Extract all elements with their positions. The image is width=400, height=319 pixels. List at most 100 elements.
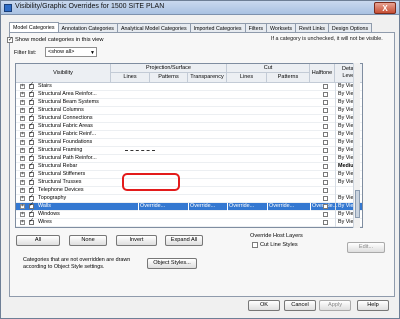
categories-table: Visibility Projection/Surface Cut Lines … <box>15 63 363 228</box>
category-visibility-checkbox[interactable] <box>29 178 34 185</box>
expand-icon[interactable]: + <box>20 156 25 161</box>
halftone-checkbox[interactable] <box>323 100 328 105</box>
halftone-checkbox[interactable] <box>323 84 328 89</box>
category-visibility-checkbox[interactable] <box>29 210 34 217</box>
table-row[interactable]: +Structural Fabric AreasBy View <box>16 122 362 131</box>
halftone-checkbox[interactable] <box>323 188 328 193</box>
table-row[interactable]: +Structural StiffenersBy View <box>16 170 362 179</box>
category-visibility-checkbox[interactable] <box>29 90 34 97</box>
halftone-checkbox[interactable] <box>323 92 328 97</box>
projection-patterns-header: Patterns <box>150 73 188 83</box>
category-visibility-checkbox[interactable] <box>29 82 34 89</box>
override-button[interactable]: Override... <box>188 203 215 211</box>
expand-icon[interactable]: + <box>20 124 25 129</box>
halftone-checkbox[interactable] <box>323 124 328 129</box>
show-model-categories-label: Show model categories in this view <box>15 37 104 43</box>
category-name: Topography <box>38 195 67 201</box>
expand-icon[interactable]: + <box>20 220 25 225</box>
projection-surface-header: Projection/Surface <box>111 64 227 73</box>
table-row[interactable]: +Structural TrussesBy View <box>16 178 362 187</box>
category-name: Wires <box>38 219 52 225</box>
category-visibility-checkbox[interactable] <box>29 186 34 193</box>
category-visibility-checkbox[interactable] <box>29 154 34 161</box>
halftone-checkbox[interactable] <box>323 212 328 217</box>
category-visibility-checkbox[interactable] <box>29 202 34 209</box>
category-visibility-checkbox[interactable] <box>29 130 34 137</box>
expand-icon[interactable]: + <box>20 188 25 193</box>
ok-button[interactable]: OK <box>248 300 280 311</box>
table-row[interactable]: +Structural Path Reinfor...By View <box>16 154 362 163</box>
category-visibility-checkbox[interactable] <box>29 194 34 201</box>
halftone-checkbox[interactable] <box>323 180 328 185</box>
table-row[interactable]: +Structural Fabric Reinf...By View <box>16 130 362 139</box>
expand-icon[interactable]: + <box>20 92 25 97</box>
expand-all-button[interactable]: Expand All <box>165 235 203 246</box>
override-button[interactable]: Override... <box>267 203 294 211</box>
halftone-checkbox[interactable] <box>323 108 328 113</box>
halftone-checkbox[interactable] <box>323 132 328 137</box>
expand-icon[interactable]: + <box>20 140 25 145</box>
table-row[interactable]: +TopographyBy View <box>16 194 362 203</box>
help-button[interactable]: Help <box>357 300 389 311</box>
halftone-checkbox[interactable] <box>323 220 328 225</box>
halftone-checkbox[interactable] <box>323 196 328 201</box>
table-row[interactable]: +Structural Area Reinfor...By View <box>16 90 362 99</box>
halftone-checkbox[interactable] <box>323 164 328 169</box>
table-row[interactable]: +WiresBy View <box>16 218 362 227</box>
halftone-checkbox[interactable] <box>323 156 328 161</box>
expand-icon[interactable]: + <box>20 108 25 113</box>
category-visibility-checkbox[interactable] <box>29 218 34 225</box>
halftone-checkbox[interactable] <box>323 204 328 209</box>
override-button[interactable]: Override... <box>227 203 254 211</box>
category-visibility-checkbox[interactable] <box>29 146 34 153</box>
halftone-checkbox[interactable] <box>323 148 328 153</box>
close-button[interactable]: X <box>374 2 396 14</box>
all-button[interactable]: All <box>16 235 60 246</box>
table-row[interactable]: + Telephone Devices <box>16 186 362 195</box>
expand-icon[interactable]: + <box>20 116 25 121</box>
object-styles-button[interactable]: Object Styles... <box>147 258 197 269</box>
category-visibility-checkbox[interactable] <box>29 170 34 177</box>
halftone-checkbox[interactable] <box>323 172 328 177</box>
table-row[interactable]: + Walls Override... Override... Override... O… <box>16 202 362 211</box>
expand-icon[interactable]: + <box>20 196 25 201</box>
category-visibility-checkbox[interactable] <box>29 162 34 169</box>
expand-icon[interactable]: + <box>20 132 25 137</box>
none-button[interactable]: None <box>69 235 107 246</box>
scrollbar-thumb[interactable] <box>355 190 360 218</box>
table-scrollbar[interactable] <box>353 63 360 228</box>
category-name: Windows <box>38 211 60 217</box>
apply-button[interactable]: Apply <box>319 300 351 311</box>
halftone-checkbox[interactable] <box>323 140 328 145</box>
invert-button[interactable]: Invert <box>116 235 157 246</box>
table-row[interactable]: +Structural FoundationsBy View <box>16 138 362 147</box>
table-row[interactable]: +Structural FramingBy View <box>16 146 362 155</box>
table-row[interactable]: +WindowsBy View <box>16 210 362 219</box>
edit-button[interactable]: Edit... <box>347 242 385 253</box>
expand-icon[interactable]: + <box>20 148 25 153</box>
expand-icon[interactable]: + <box>20 84 25 89</box>
table-row[interactable]: +Structural RebarMedium <box>16 162 362 171</box>
expand-icon[interactable]: + <box>20 164 25 169</box>
show-model-categories-checkbox[interactable] <box>7 36 13 43</box>
category-visibility-checkbox[interactable] <box>29 114 34 121</box>
category-visibility-checkbox[interactable] <box>29 98 34 105</box>
expand-icon[interactable]: + <box>20 212 25 217</box>
expand-icon[interactable]: + <box>20 100 25 105</box>
category-visibility-checkbox[interactable] <box>29 138 34 145</box>
table-row[interactable]: +Structural ColumnsBy View <box>16 106 362 115</box>
expand-icon[interactable]: + <box>20 204 25 209</box>
category-visibility-checkbox[interactable] <box>29 106 34 113</box>
expand-icon[interactable]: + <box>20 172 25 177</box>
expand-icon[interactable]: + <box>20 180 25 185</box>
filter-list-select[interactable]: <show all> ▼ <box>45 47 97 57</box>
cut-line-styles-checkbox[interactable] <box>252 242 258 248</box>
override-button[interactable]: Override... <box>138 203 165 211</box>
table-row[interactable]: +StairsBy View <box>16 82 362 91</box>
table-row[interactable]: +Structural ConnectionsBy View <box>16 114 362 123</box>
category-visibility-checkbox[interactable] <box>29 122 34 129</box>
table-row[interactable]: +Structural Beam SystemsBy View <box>16 98 362 107</box>
halftone-checkbox[interactable] <box>323 116 328 121</box>
window-title: Visibility/Graphic Overrides for 1500 SI… <box>15 3 165 10</box>
cancel-button[interactable]: Cancel <box>284 300 316 311</box>
